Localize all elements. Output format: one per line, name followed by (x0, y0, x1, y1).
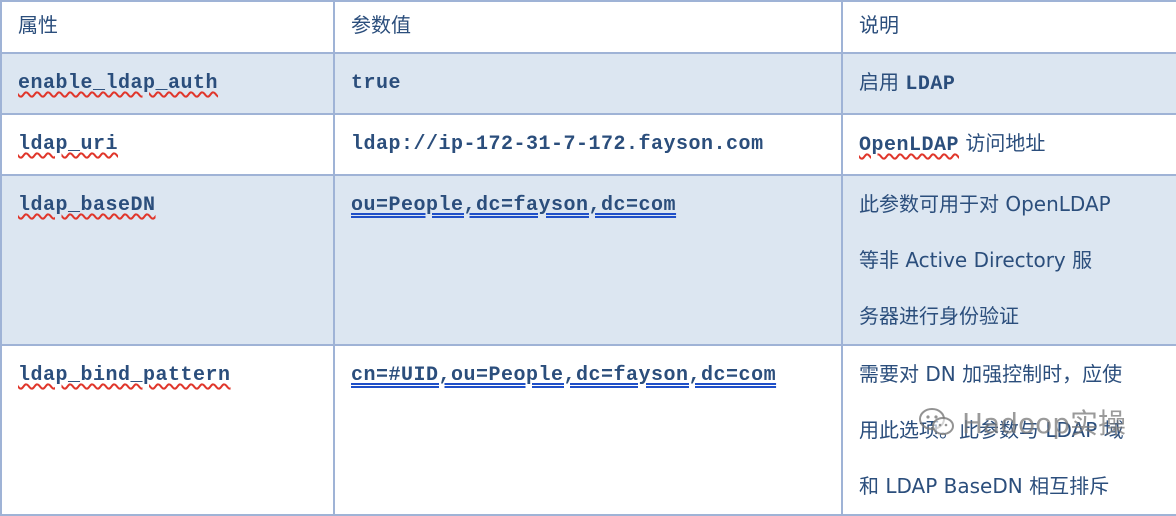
property-name: enable_ldap_auth (18, 72, 219, 95)
description-cell: OpenLDAP 访问地址 (841, 113, 1176, 176)
value-cell: ldap://ip-172-31-7-172.fayson.com (333, 113, 843, 176)
table-row: ldap_baseDN ou=People,dc=fayson,dc=com 此… (0, 174, 1176, 346)
description-line: 和 LDAP BaseDN 相互排斥 (859, 474, 1110, 498)
table-row: enable_ldap_auth true 启用 LDAP (0, 52, 1176, 115)
property-cell: ldap_uri (0, 113, 335, 176)
description-line: 等非 Active Directory 服 (859, 248, 1093, 272)
ldap-parameters-table: 属性 参数值 说明 enable_ldap_auth true 启用 LDAP … (0, 0, 1176, 516)
property-cell: ldap_bind_pattern (0, 344, 335, 516)
header-property: 属性 (0, 0, 335, 54)
value-cell: ou=People,dc=fayson,dc=com (333, 174, 843, 346)
property-value: cn=#UID,ou=People,dc=fayson,dc=com (351, 364, 777, 387)
description-line: 此参数可用于对 OpenLDAP (859, 192, 1111, 216)
description-line: 务器进行身份验证 (859, 304, 1019, 328)
value-cell: true (333, 52, 843, 115)
header-description: 说明 (841, 0, 1176, 54)
property-value: ldap://ip-172-31-7-172.fayson.com (351, 133, 764, 156)
description-cell: 启用 LDAP (841, 52, 1176, 115)
property-value: true (351, 72, 402, 95)
property-value: ou=People,dc=fayson,dc=com (351, 194, 677, 217)
table-row: ldap_uri ldap://ip-172-31-7-172.fayson.c… (0, 113, 1176, 176)
property-name: ldap_bind_pattern (18, 364, 231, 387)
table-row: ldap_bind_pattern cn=#UID,ou=People,dc=f… (0, 344, 1176, 516)
property-name: ldap_baseDN (18, 194, 156, 217)
header-value: 参数值 (333, 0, 843, 54)
description-cell: 此参数可用于对 OpenLDAP 等非 Active Directory 服 务… (841, 174, 1176, 346)
table-header-row: 属性 参数值 说明 (0, 0, 1176, 54)
property-cell: ldap_baseDN (0, 174, 335, 346)
value-cell: cn=#UID,ou=People,dc=fayson,dc=com (333, 344, 843, 516)
description-line: 需要对 DN 加强控制时，应使 (859, 362, 1123, 386)
property-cell: enable_ldap_auth (0, 52, 335, 115)
description-line: 用此选项。此参数与 LDAP 域 (859, 418, 1124, 442)
description-cell: 需要对 DN 加强控制时，应使 用此选项。此参数与 LDAP 域 和 LDAP … (841, 344, 1176, 516)
property-name: ldap_uri (18, 133, 119, 156)
